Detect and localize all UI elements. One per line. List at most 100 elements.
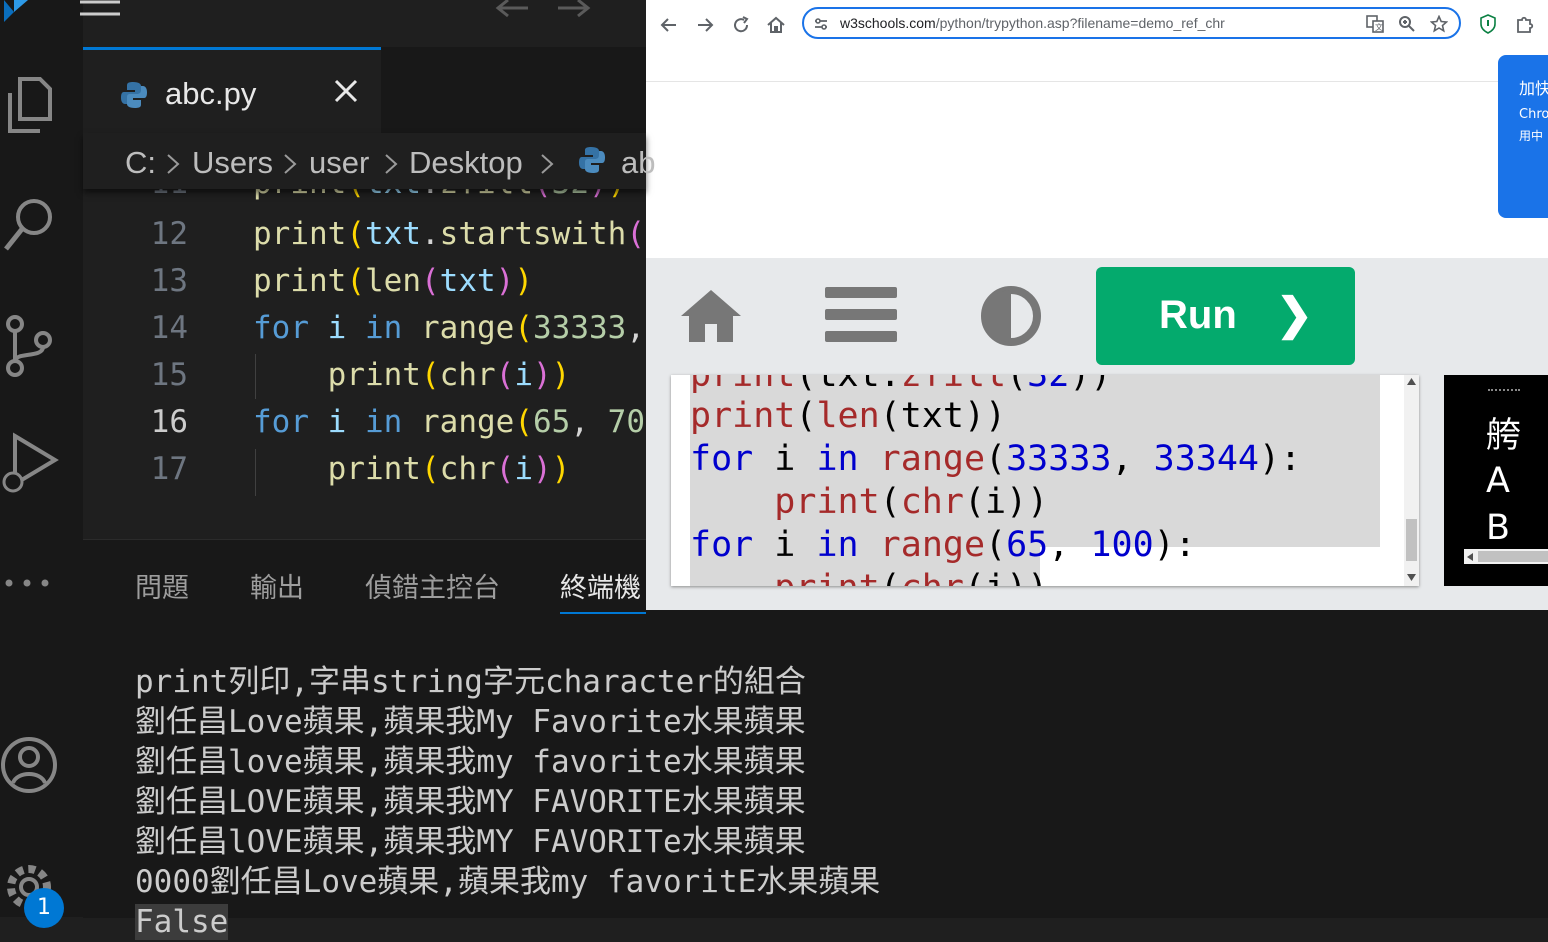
indent-guide: [255, 354, 256, 399]
back-icon[interactable]: [658, 14, 680, 36]
terminal-line: 0000劉任昌Love蘋果,蘋果我my favoritE水果蘋果: [135, 864, 881, 900]
terminal-output[interactable]: print列印,字串string字元character的組合 劉任昌Love蘋果,…: [135, 662, 880, 942]
breadcrumb-item[interactable]: ab: [621, 145, 655, 181]
address-bar[interactable]: w3schools.com/python/trypython.asp?filen…: [802, 7, 1461, 39]
forward-icon[interactable]: [694, 14, 716, 36]
run-label: Run: [1159, 293, 1237, 337]
manage-gear-icon[interactable]: 1: [0, 850, 64, 928]
terminal-line: 劉任昌lOVE蘋果,蘋果我MY FAVORITe水果蘋果: [135, 824, 806, 860]
code-line: for i in range(33333, 33344):: [690, 439, 1302, 479]
url-host: w3schools.com: [840, 15, 936, 31]
zoom-icon[interactable]: [1398, 15, 1416, 33]
svg-text:文: 文: [1375, 22, 1383, 32]
home-icon[interactable]: [765, 14, 787, 36]
update-badge: 1: [24, 888, 64, 928]
tab-terminal[interactable]: 終端機: [560, 566, 641, 605]
terminal-line: print列印,字串string字元character的組合: [135, 664, 806, 700]
breadcrumb-item[interactable]: Users: [192, 145, 273, 181]
promo-line: 用中: [1519, 129, 1544, 143]
w3-editor-toolbar: Run ❯: [646, 258, 1548, 375]
editor-tab-bar: abc.py: [83, 47, 646, 133]
terminal-line: 劉任昌Love蘋果,蘋果我My Favorite水果蘋果: [135, 704, 806, 740]
translate-icon[interactable]: 文: [1366, 15, 1384, 33]
activity-bar: 1: [0, 0, 83, 928]
site-info-icon[interactable]: [813, 16, 829, 32]
breadcrumb: C: Users user Desktop ab: [83, 133, 655, 189]
browser-toolbar: w3schools.com/python/trypython.asp?filen…: [646, 0, 1548, 48]
result-line: B: [1486, 508, 1511, 548]
horizontal-scrollbar[interactable]: [1464, 549, 1548, 564]
chevron-right-icon: [541, 154, 554, 174]
breadcrumb-item[interactable]: Desktop: [409, 145, 523, 181]
tab-abc-py[interactable]: abc.py: [83, 47, 381, 133]
scroll-down-icon[interactable]: [1407, 574, 1416, 581]
terminal-line: False: [135, 904, 229, 940]
promo-title: 加快: [1519, 79, 1548, 98]
chevron-right-icon: [167, 154, 180, 174]
bookmark-star-icon[interactable]: [1430, 15, 1448, 33]
source-control-icon[interactable]: [0, 310, 60, 380]
more-icon[interactable]: [0, 548, 60, 618]
line-number: 17: [150, 451, 188, 487]
chevron-right-icon: ❯: [1276, 290, 1313, 339]
scroll-up-icon[interactable]: [1407, 378, 1416, 385]
home-icon[interactable]: [679, 288, 743, 344]
vscode-logo-icon: [4, 0, 28, 22]
code-line: print(chr(i)): [327, 357, 571, 393]
active-tab-indicator: [560, 612, 646, 614]
search-icon[interactable]: [0, 188, 60, 258]
hamburger-menu-icon[interactable]: [78, 0, 122, 20]
python-file-icon: [121, 82, 147, 108]
tab-output[interactable]: 輸出: [250, 566, 304, 605]
w3-code-editor[interactable]: print(txt.zfill(32)) print(len(txt)) for…: [671, 375, 1419, 586]
run-debug-icon[interactable]: [0, 428, 60, 498]
scrollbar-thumb[interactable]: [1406, 519, 1417, 561]
promo-line: Chro: [1519, 107, 1548, 122]
code-line: for i in range(65, 70: [253, 404, 645, 440]
code-line: print(txt.zfill(32)): [690, 375, 1112, 395]
code-line: print(len(txt)): [253, 263, 534, 299]
code-line: print(chr(i)): [690, 568, 1048, 586]
chrome-promo-card[interactable]: 加快 Chro 用中: [1498, 55, 1548, 218]
tab-problems[interactable]: 問題: [135, 566, 189, 605]
vertical-scrollbar[interactable]: [1404, 375, 1419, 586]
chevron-right-icon: [284, 154, 297, 174]
code-line: print(txt.zfill(32)): [253, 189, 626, 201]
result-line: 舿: [1486, 416, 1522, 456]
breadcrumb-item[interactable]: user: [309, 145, 369, 181]
code-line: print(txt.startswith(: [253, 216, 645, 252]
scrollbar-thumb[interactable]: [1478, 551, 1548, 562]
explorer-icon[interactable]: [0, 70, 60, 140]
indent-guide: [255, 449, 256, 496]
chevron-right-icon: [385, 154, 398, 174]
w3-workspace: print(txt.zfill(32)) print(len(txt)) for…: [646, 375, 1548, 610]
line-number: 15: [150, 357, 188, 393]
line-number-current: 16: [150, 404, 188, 440]
code-line: for i in range(65, 100):: [690, 525, 1196, 565]
python-file-icon: [579, 147, 605, 173]
code-line: for i in range(33333, 33344):: [253, 310, 646, 346]
code-editor[interactable]: 11 print(txt.zfill(32)) 12 print(txt.sta…: [83, 189, 646, 539]
scroll-left-icon[interactable]: [1467, 553, 1473, 561]
url-path: /python/trypython.asp?filename=demo_ref_…: [935, 15, 1225, 31]
result-line: A: [1486, 461, 1510, 501]
account-icon[interactable]: [0, 730, 60, 800]
run-button[interactable]: Run ❯: [1096, 267, 1355, 365]
tab-debug-console[interactable]: 偵錯主控台: [365, 566, 500, 605]
extensions-puzzle-icon[interactable]: [1514, 13, 1536, 35]
line-number: 12: [150, 216, 188, 252]
menu-icon[interactable]: [825, 285, 897, 345]
breadcrumb-item[interactable]: C:: [125, 145, 156, 181]
nav-back-forward-icon[interactable]: [490, 0, 600, 18]
cut-off-glyph: [1488, 389, 1520, 393]
tab-filename: abc.py: [165, 76, 257, 111]
result-output[interactable]: 舿 A B: [1444, 375, 1548, 586]
close-icon[interactable]: [331, 76, 361, 106]
theme-contrast-icon[interactable]: [980, 285, 1042, 347]
browser-window: w3schools.com/python/trypython.asp?filen…: [646, 0, 1548, 610]
toolbar-divider: [646, 81, 1548, 82]
shield-extension-icon[interactable]: [1480, 14, 1496, 34]
reload-icon[interactable]: [730, 14, 752, 36]
url-text: w3schools.com/python/trypython.asp?filen…: [840, 15, 1225, 31]
line-number: 11: [83, 189, 188, 201]
